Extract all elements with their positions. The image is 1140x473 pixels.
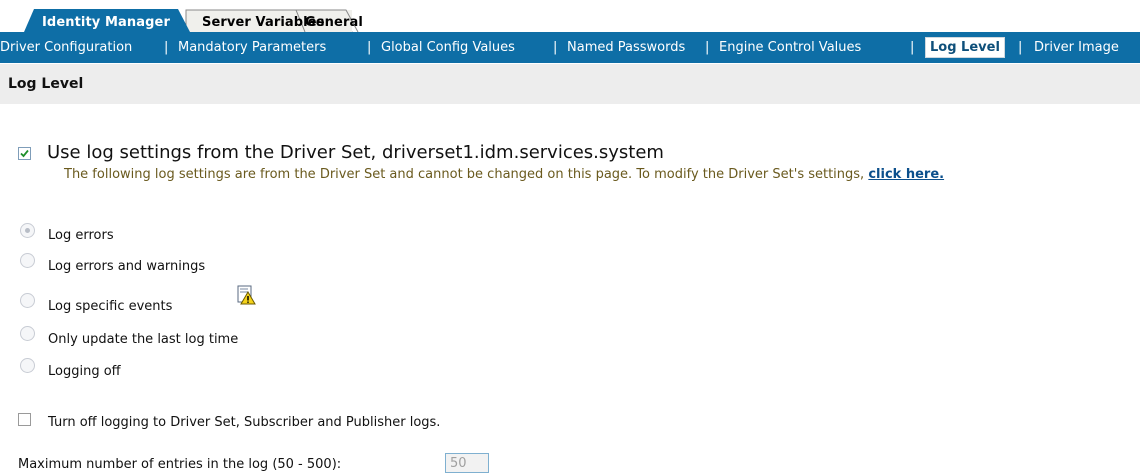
subnav-separator: | [164, 40, 169, 55]
page-title: Log Level [8, 76, 84, 92]
turn-off-logging-label: Turn off logging to Driver Set, Subscrib… [48, 415, 441, 430]
subnav-separator: | [705, 40, 710, 55]
subnav-named-passwords[interactable]: Named Passwords [567, 32, 685, 63]
subnav-mandatory-parameters[interactable]: Mandatory Parameters [178, 32, 326, 63]
subnav-separator: | [1018, 40, 1023, 55]
subnav-driver-configuration[interactable]: Driver Configuration [0, 32, 132, 63]
radio-log-errors[interactable] [20, 223, 35, 238]
tab-strip: Identity Manager Server Variables Genera… [0, 0, 1140, 32]
max-entries-input[interactable] [445, 453, 489, 473]
checkmark-icon [20, 149, 29, 158]
use-driver-set-label: Use log settings from the Driver Set, dr… [47, 142, 664, 163]
subnav-engine-control-values[interactable]: Engine Control Values [719, 32, 861, 63]
subnav-bar: Driver Configuration | Mandatory Paramet… [0, 32, 1140, 63]
driver-set-note-text: The following log settings are from the … [64, 167, 865, 182]
radio-logging-off[interactable] [20, 358, 35, 373]
label-log-errors-and-warnings: Log errors and warnings [48, 259, 206, 274]
subnav-separator: | [367, 40, 372, 55]
subnav-driver-image[interactable]: Driver Image [1034, 32, 1119, 63]
warning-document-icon[interactable] [236, 285, 256, 305]
label-only-update-last-log-time: Only update the last log time [48, 332, 239, 347]
tab-identity-manager[interactable]: Identity Manager [42, 15, 170, 31]
radio-log-specific-events[interactable] [20, 293, 35, 308]
driver-set-note: The following log settings are from the … [64, 167, 944, 182]
subnav-separator: | [910, 40, 915, 55]
section-header: Log Level [0, 64, 1140, 104]
subnav-global-config-values[interactable]: Global Config Values [381, 32, 515, 63]
label-log-specific-events: Log specific events [48, 299, 173, 314]
subnav-log-level[interactable]: Log Level [925, 37, 1005, 58]
label-logging-off: Logging off [48, 364, 121, 379]
use-driver-set-checkbox[interactable] [18, 147, 31, 160]
turn-off-logging-checkbox[interactable] [18, 413, 31, 426]
click-here-link[interactable]: click here. [868, 167, 944, 182]
subnav-separator: | [553, 40, 558, 55]
label-log-errors: Log errors [48, 228, 114, 243]
radio-log-errors-and-warnings[interactable] [20, 253, 35, 268]
radio-only-update-last-log-time[interactable] [20, 326, 35, 341]
max-entries-label: Maximum number of entries in the log (50… [18, 457, 342, 472]
tab-general[interactable]: General [305, 15, 363, 31]
radio-selected-dot [25, 228, 30, 233]
